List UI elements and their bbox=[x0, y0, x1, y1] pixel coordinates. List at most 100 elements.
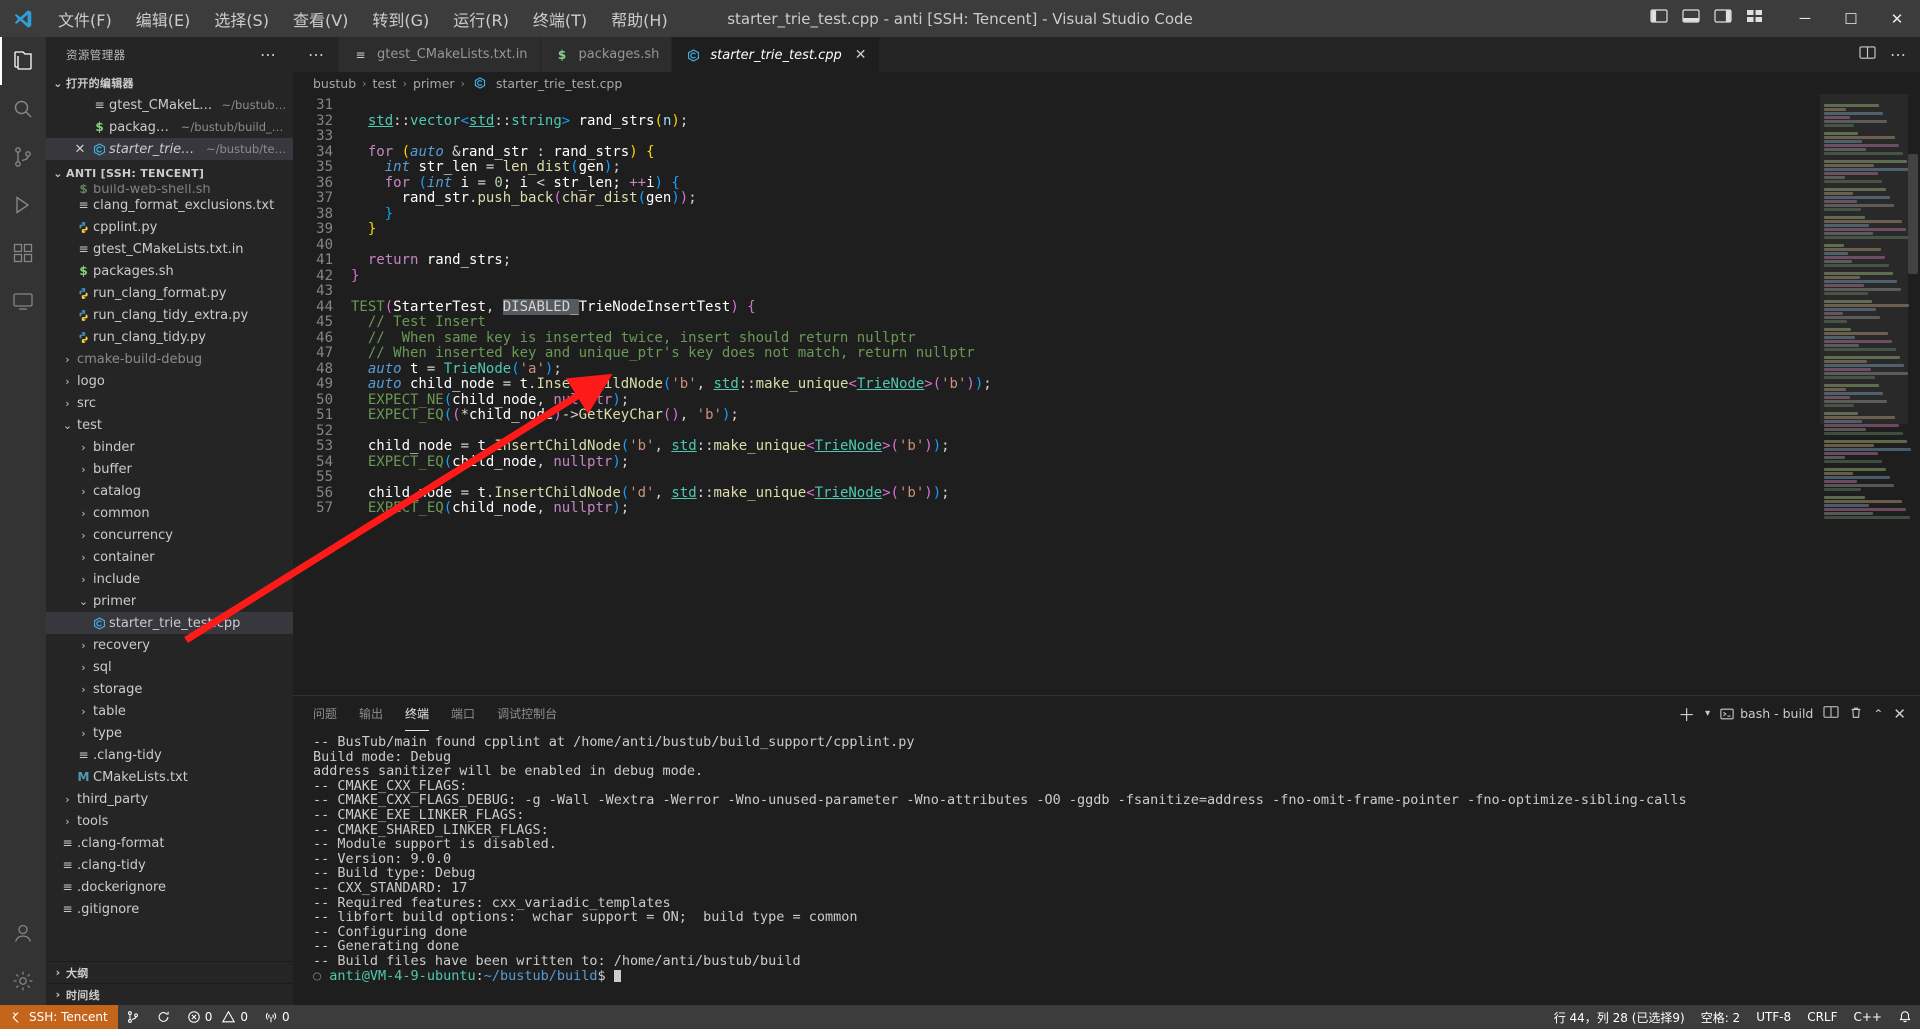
breadcrumb-bustub[interactable]: bustub bbox=[313, 76, 356, 91]
status-indentation[interactable]: 空格: 2 bbox=[1693, 1005, 1749, 1029]
code-line[interactable]: // When inserted key and unique_ptr's ke… bbox=[351, 346, 1820, 362]
tree-folder-logo[interactable]: ›logo bbox=[46, 370, 293, 392]
tab-gtest-cmakelists[interactable]: ≡ gtest_CMakeLists.txt.in bbox=[339, 37, 541, 72]
activity-remote-explorer[interactable] bbox=[0, 277, 46, 325]
code-line[interactable]: child_node = t.InsertChildNode('d', std:… bbox=[351, 486, 1820, 502]
tree-folder-third_party[interactable]: ›third_party bbox=[46, 788, 293, 810]
code-line[interactable]: } bbox=[351, 207, 1820, 223]
tree-folder-tools[interactable]: ›tools bbox=[46, 810, 293, 832]
activity-settings[interactable] bbox=[0, 957, 46, 1005]
code-line[interactable]: } bbox=[351, 269, 1820, 285]
breadcrumb-test[interactable]: test bbox=[373, 76, 397, 91]
code-line[interactable]: auto t = TrieNode('a'); bbox=[351, 362, 1820, 378]
minimap[interactable] bbox=[1820, 94, 1920, 695]
status-source-control[interactable] bbox=[118, 1005, 148, 1029]
activity-extensions[interactable] bbox=[0, 229, 46, 277]
split-terminal-icon[interactable] bbox=[1823, 705, 1839, 722]
code-line[interactable]: // When same key is inserted twice, inse… bbox=[351, 331, 1820, 347]
tree-folder-primer[interactable]: ⌄primer bbox=[46, 590, 293, 612]
tree-folder-container[interactable]: ›container bbox=[46, 546, 293, 568]
menu-view[interactable]: 查看(V) bbox=[281, 3, 360, 35]
customize-layout-icon[interactable] bbox=[1746, 8, 1764, 29]
tree-file-CMakeLists.txt[interactable]: MCMakeLists.txt bbox=[46, 766, 293, 788]
code-line[interactable]: EXPECT_EQ(child_node, nullptr); bbox=[351, 501, 1820, 517]
status-remote-indicator[interactable]: SSH: Tencent bbox=[0, 1005, 118, 1029]
tree-file-.clang-format[interactable]: ≡.clang-format bbox=[46, 832, 293, 854]
editor-scrollbar[interactable] bbox=[1906, 94, 1920, 695]
open-editor-item-active[interactable]: ✕ starter_trie_test.cpp ~/bustub/test/pr… bbox=[46, 138, 293, 160]
minimize-button[interactable]: ─ bbox=[1782, 0, 1828, 37]
section-timeline[interactable]: › 时间线 bbox=[46, 983, 293, 1005]
code-line[interactable]: std::vector<std::string> rand_strs(n); bbox=[351, 114, 1820, 130]
tab-packages-sh[interactable]: $ packages.sh bbox=[541, 37, 673, 72]
editor-more-actions-icon[interactable]: ⋯ bbox=[1890, 45, 1906, 65]
chevron-down-icon[interactable]: ▾ bbox=[1705, 708, 1710, 719]
tree-folder-binder[interactable]: ›binder bbox=[46, 436, 293, 458]
source-code[interactable]: std::vector<std::string> rand_strs(n); f… bbox=[351, 94, 1820, 695]
status-notifications-icon[interactable] bbox=[1890, 1005, 1920, 1029]
close-panel-icon[interactable]: ✕ bbox=[1893, 705, 1906, 723]
open-editor-item[interactable]: $ packages.sh ~/bustub/build_support bbox=[46, 116, 293, 138]
section-open-editors[interactable]: ⌄ 打开的编辑器 bbox=[46, 72, 293, 94]
tree-file-run_clang_tidy.py[interactable]: run_clang_tidy.py bbox=[46, 326, 293, 348]
activity-run-debug[interactable] bbox=[0, 181, 46, 229]
activity-search[interactable] bbox=[0, 85, 46, 133]
menu-run[interactable]: 运行(R) bbox=[441, 3, 521, 35]
activity-source-control[interactable] bbox=[0, 133, 46, 181]
toggle-panel-icon[interactable] bbox=[1682, 8, 1700, 29]
menu-file[interactable]: 文件(F) bbox=[46, 3, 124, 35]
terminal-selector[interactable]: bash - build bbox=[1720, 706, 1813, 721]
menu-selection[interactable]: 选择(S) bbox=[202, 3, 281, 35]
tree-file-starter_trie_test.cpp[interactable]: starter_trie_test.cpp bbox=[46, 612, 293, 634]
tree-folder-src[interactable]: ›src bbox=[46, 392, 293, 414]
code-editor[interactable]: 3132333435363738394041424344454647484950… bbox=[293, 94, 1920, 695]
editor-scrollbar-thumb[interactable] bbox=[1908, 154, 1918, 274]
code-line[interactable]: return rand_strs; bbox=[351, 253, 1820, 269]
panel-tab-output[interactable]: 输出 bbox=[359, 696, 383, 731]
code-line[interactable] bbox=[351, 470, 1820, 486]
tree-file-packages.sh[interactable]: $packages.sh bbox=[46, 260, 293, 282]
maximize-button[interactable]: ☐ bbox=[1828, 0, 1874, 37]
code-line[interactable]: TEST(StarterTest, DISABLED_TrieNodeInser… bbox=[351, 300, 1820, 316]
activity-explorer[interactable] bbox=[0, 37, 46, 85]
layout-controls[interactable] bbox=[1650, 8, 1782, 29]
status-sync-changes[interactable] bbox=[148, 1005, 179, 1029]
breadcrumb-primer[interactable]: primer bbox=[413, 76, 455, 91]
status-encoding[interactable]: UTF-8 bbox=[1748, 1005, 1799, 1029]
menu-go[interactable]: 转到(G) bbox=[360, 3, 441, 35]
activity-accounts[interactable] bbox=[0, 909, 46, 957]
tree-folder-catalog[interactable]: ›catalog bbox=[46, 480, 293, 502]
status-radio-tower[interactable]: 0 bbox=[256, 1005, 298, 1029]
tree-folder-table[interactable]: ›table bbox=[46, 700, 293, 722]
code-line[interactable] bbox=[351, 98, 1820, 114]
breadcrumb-file[interactable]: starter_trie_test.cpp bbox=[496, 76, 622, 91]
tree-folder-recovery[interactable]: ›recovery bbox=[46, 634, 293, 656]
minimap-slider[interactable] bbox=[1820, 94, 1908, 424]
menu-edit[interactable]: 编辑(E) bbox=[124, 3, 203, 35]
open-editor-close-icon[interactable]: ✕ bbox=[70, 142, 90, 157]
tabs-more-icon[interactable]: ⋯ bbox=[293, 37, 339, 72]
code-line[interactable]: child_node = t.InsertChildNode('b', std:… bbox=[351, 439, 1820, 455]
tree-file-.clang-tidy[interactable]: ≡.clang-tidy bbox=[46, 744, 293, 766]
panel-tab-debug-console[interactable]: 调试控制台 bbox=[497, 696, 557, 731]
section-workspace[interactable]: ⌄ ANTI [SSH: TENCENT] bbox=[46, 162, 293, 184]
tree-folder-test[interactable]: ⌄test bbox=[46, 414, 293, 436]
tree-folder-sql[interactable]: ›sql bbox=[46, 656, 293, 678]
code-line[interactable]: EXPECT_NE(child_node, nullptr); bbox=[351, 393, 1820, 409]
code-line[interactable]: } bbox=[351, 222, 1820, 238]
tree-folder-common[interactable]: ›common bbox=[46, 502, 293, 524]
code-line[interactable] bbox=[351, 424, 1820, 440]
menu-bar[interactable]: 文件(F) 编辑(E) 选择(S) 查看(V) 转到(G) 运行(R) 终端(T… bbox=[46, 3, 680, 35]
code-line[interactable] bbox=[351, 129, 1820, 145]
tree-file-run_clang_format.py[interactable]: run_clang_format.py bbox=[46, 282, 293, 304]
tree-file-build-web-shell.sh[interactable]: $build-web-shell.sh bbox=[46, 184, 293, 194]
tab-starter-trie-test[interactable]: starter_trie_test.cpp ✕ bbox=[672, 37, 879, 72]
open-editor-item[interactable]: ≡ gtest_CMakeLists.txt.in ~/bustub/build… bbox=[46, 94, 293, 116]
terminal-output[interactable]: -- BusTub/main found cpplint at /home/an… bbox=[293, 731, 1920, 1005]
tree-folder-include[interactable]: ›include bbox=[46, 568, 293, 590]
tree-file-.gitignore[interactable]: ≡.gitignore bbox=[46, 898, 293, 920]
split-editor-icon[interactable] bbox=[1859, 45, 1876, 65]
tree-file-cpplint.py[interactable]: cpplint.py bbox=[46, 216, 293, 238]
code-line[interactable] bbox=[351, 238, 1820, 254]
status-errors-warnings[interactable]: 0 0 bbox=[179, 1005, 256, 1029]
